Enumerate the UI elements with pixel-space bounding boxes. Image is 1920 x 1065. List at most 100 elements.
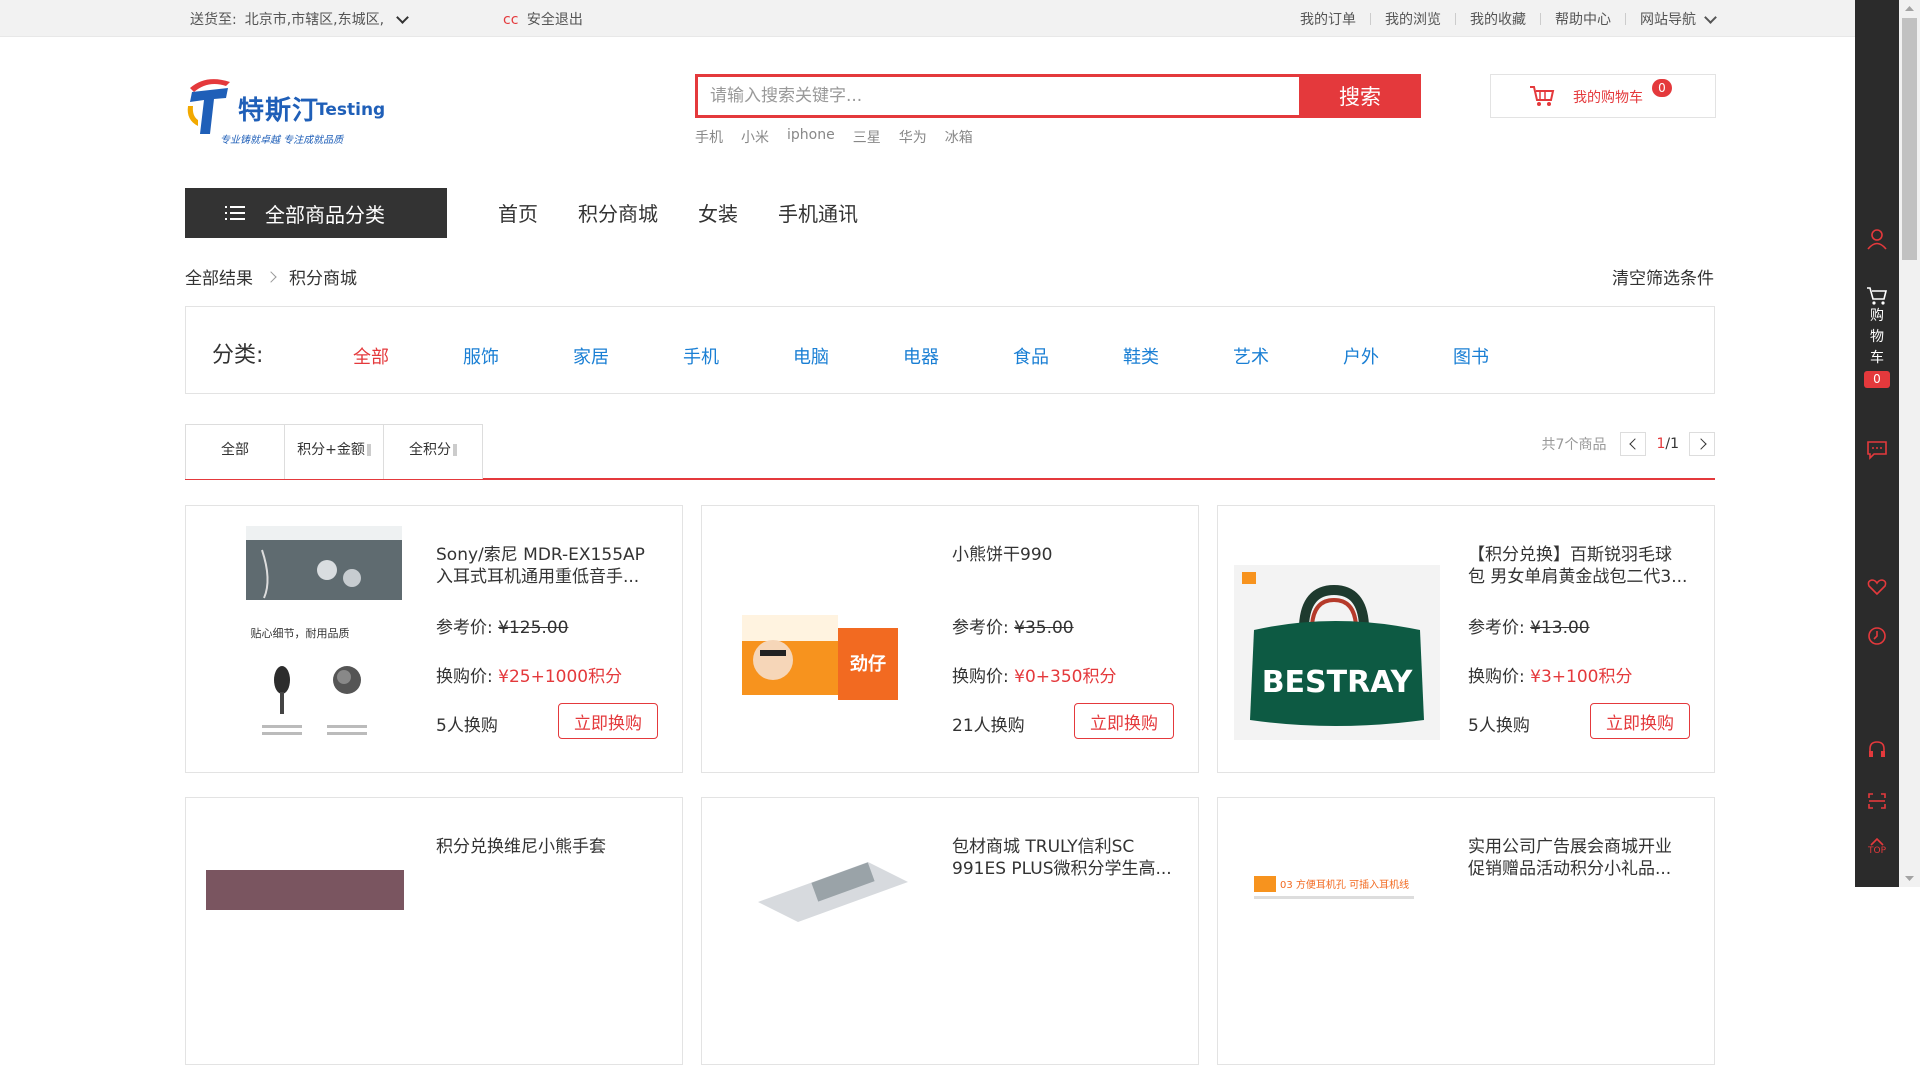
back-to-top-button[interactable]: TOP [1855, 838, 1899, 857]
logout-link[interactable]: 安全退出 [527, 12, 583, 28]
image-caption: 贴心细节，耐用品质 [251, 626, 350, 640]
scan-icon [1868, 793, 1886, 809]
nav-home[interactable]: 首页 [498, 198, 538, 227]
redeem-button[interactable]: 立即换购 [558, 703, 658, 739]
sort-tab-points-only[interactable]: 全积分 [384, 425, 482, 479]
product-title[interactable]: 包材商城 TRULY信利SC 991ES PLUS微积分学生高... [952, 836, 1172, 880]
category-food[interactable]: 食品 [1013, 343, 1123, 369]
all-categories-label: 全部商品分类 [265, 202, 385, 227]
category-computers[interactable]: 电脑 [793, 343, 903, 369]
clock-icon [1868, 627, 1886, 645]
search-input[interactable] [695, 74, 1318, 118]
sort-tabs: 全部 积分+金额 全积分 [185, 424, 483, 479]
redeem-button[interactable]: 立即换购 [1074, 703, 1174, 739]
category-shoes[interactable]: 鞋类 [1123, 343, 1233, 369]
earphones-image: 贴心细节，耐用品质 [202, 520, 408, 760]
chevron-down-icon[interactable] [1704, 10, 1717, 24]
username[interactable]: cc [503, 12, 518, 28]
sort-tab-all[interactable]: 全部 [186, 425, 285, 479]
product-title[interactable]: 实用公司广告展会商城开业 促销赠品活动积分小礼品... [1468, 836, 1688, 880]
top-bar: 送货至: 北京市,市辖区,东城区, cc 安全退出 我的订单 我的浏览 我的收藏… [0, 0, 1855, 37]
hot-keyword[interactable]: 华为 [899, 127, 927, 147]
sort-tab-label: 积分+金额 [297, 442, 365, 458]
exchange-count: 21人换购 [952, 716, 1025, 736]
scrollbar-thumb[interactable] [1902, 18, 1917, 260]
cart-count-badge: 0 [1652, 79, 1672, 97]
user-button[interactable] [1855, 228, 1899, 250]
hot-keywords: 手机 小米 iphone 三星 华为 冰箱 [695, 127, 973, 147]
deliver-location[interactable]: 送货至: 北京市,市辖区,东城区, [190, 9, 409, 29]
category-clothing[interactable]: 服饰 [463, 343, 573, 369]
product-image[interactable]: 03 方便耳机孔 可插入耳机线 [1234, 812, 1440, 1052]
search-button[interactable]: 搜索 [1299, 74, 1421, 118]
site-logo[interactable]: 特斯汀 Testing 专业铸就卓越 专注成就品质 [186, 76, 385, 148]
chevron-down-icon[interactable] [396, 10, 409, 24]
my-history-link[interactable]: 我的浏览 [1385, 9, 1441, 29]
category-phones[interactable]: 手机 [683, 343, 793, 369]
hot-keyword[interactable]: 冰箱 [945, 127, 973, 147]
next-page-button[interactable] [1689, 432, 1715, 456]
my-cart-button[interactable]: 我的购物车 0 [1490, 74, 1716, 118]
category-home[interactable]: 家居 [573, 343, 683, 369]
category-filter: 分类: 全部 服饰 家居 手机 电脑 电器 食品 鞋类 艺术 户外 图书 [185, 306, 1715, 394]
page-indicator: 1/1 [1656, 436, 1679, 452]
sort-arrows-icon [453, 444, 457, 456]
redeem-button[interactable]: 立即换购 [1590, 703, 1690, 739]
sort-arrows-icon [366, 444, 371, 456]
product-image[interactable] [202, 812, 408, 1052]
scroll-up-icon[interactable] [1899, 0, 1920, 18]
history-button[interactable] [1855, 626, 1899, 646]
product-image[interactable]: BESTRAY [1234, 520, 1440, 760]
product-image[interactable] [718, 812, 924, 1052]
hot-keyword[interactable]: 三星 [853, 127, 881, 147]
product-title[interactable]: 【积分兑换】百斯锐羽毛球包 男女单肩黄金战包二代3... [1468, 544, 1688, 588]
breadcrumb-root[interactable]: 全部结果 [185, 264, 253, 289]
category-art[interactable]: 艺术 [1233, 343, 1343, 369]
exchange-count: 5人换购 [1468, 716, 1530, 736]
cart-label: 我的购物车 [1573, 90, 1643, 106]
scroll-down-icon[interactable] [1899, 869, 1920, 887]
page-scrollbar[interactable] [1899, 0, 1920, 887]
category-books[interactable]: 图书 [1453, 343, 1563, 369]
hot-keyword[interactable]: 手机 [695, 127, 723, 147]
category-all[interactable]: 全部 [353, 343, 463, 369]
deliver-address[interactable]: 北京市,市辖区,东城区, [245, 9, 384, 29]
message-button[interactable] [1855, 440, 1899, 460]
customer-service-button[interactable] [1855, 740, 1899, 758]
help-center-link[interactable]: 帮助中心 [1555, 9, 1611, 29]
nav-phones[interactable]: 手机通讯 [778, 198, 858, 227]
nav-womens-wear[interactable]: 女装 [698, 198, 738, 227]
exchange-price-value: ¥25+1000积分 [498, 667, 623, 687]
category-outdoor[interactable]: 户外 [1343, 343, 1453, 369]
favorites-button[interactable] [1855, 578, 1899, 596]
user-icon [1867, 229, 1887, 250]
sidebar-cart-button[interactable]: 购 物 车 0 [1855, 286, 1899, 388]
my-favorites-link[interactable]: 我的收藏 [1470, 9, 1526, 29]
product-title[interactable]: Sony/索尼 MDR-EX155AP 入耳式耳机通用重低音手... [436, 544, 656, 588]
calculator-image [718, 812, 924, 1052]
breadcrumb-current: 积分商城 [289, 269, 357, 289]
menu-icon [225, 206, 245, 220]
product-title[interactable]: 小熊饼干990 [952, 544, 1172, 566]
prev-page-button[interactable] [1620, 432, 1647, 456]
sort-tab-points-cash[interactable]: 积分+金额 [285, 425, 384, 479]
all-categories-button[interactable]: 全部商品分类 [185, 188, 447, 238]
nav-points-mall[interactable]: 积分商城 [578, 198, 658, 227]
divider [1370, 13, 1371, 25]
product-card: 劲仔 小熊饼干990 参考价: ¥35.00 换购价: ¥0+350积分 21人… [701, 505, 1199, 773]
exchange-price-value: ¥0+350积分 [1014, 667, 1117, 687]
right-toolbar: 购 物 车 0 TOP [1855, 0, 1899, 887]
product-image[interactable]: 劲仔 [718, 520, 924, 760]
hot-keyword[interactable]: iphone [787, 127, 835, 147]
product-image[interactable]: 贴心细节，耐用品质 [202, 520, 408, 760]
logo-mark-icon [187, 79, 230, 134]
qrcode-button[interactable] [1855, 792, 1899, 810]
hot-keyword[interactable]: 小米 [741, 127, 769, 147]
site-nav-link[interactable]: 网站导航 [1640, 9, 1696, 29]
reference-price: 参考价: ¥13.00 [1468, 613, 1590, 638]
clear-filters-link[interactable]: 清空筛选条件 [1612, 264, 1714, 289]
heart-icon [1867, 579, 1887, 596]
product-title[interactable]: 积分兑换维尼小熊手套 [436, 836, 656, 858]
category-appliances[interactable]: 电器 [903, 343, 1013, 369]
my-orders-link[interactable]: 我的订单 [1300, 9, 1356, 29]
